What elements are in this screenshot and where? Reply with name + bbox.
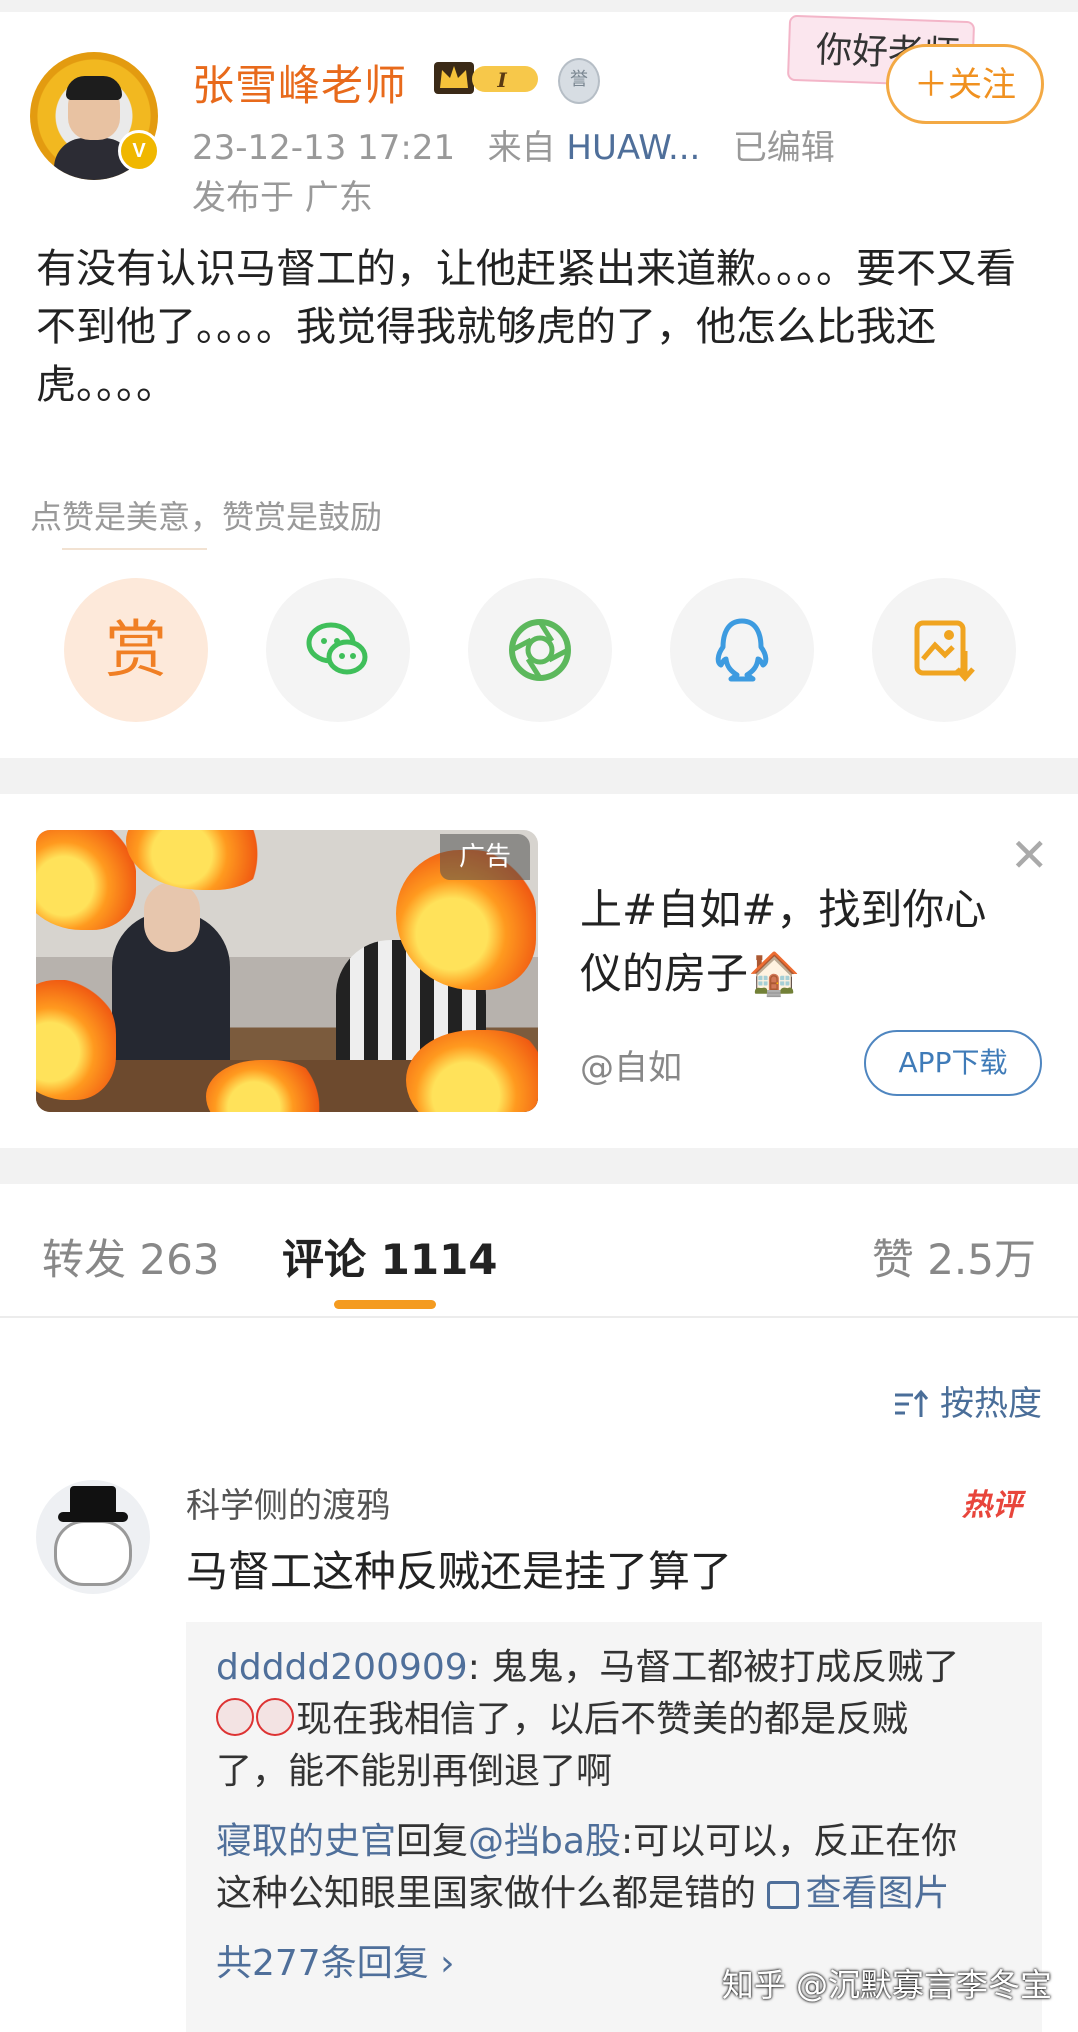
post-location: 发布于 广东 [192, 178, 373, 218]
medal-icon[interactable]: 誉 [558, 58, 600, 104]
save-image-button[interactable] [872, 578, 1016, 722]
like-hint: 点赞是美意，赞赏是鼓励 [30, 498, 383, 536]
share-moments-button[interactable] [468, 578, 612, 722]
close-icon[interactable]: ✕ [1010, 828, 1049, 882]
post-meta: 23-12-13 17:21 来自 HUAW... 已编辑 [192, 120, 835, 169]
wechat-icon [306, 622, 368, 675]
reply-target[interactable]: @挡ba股 [468, 1821, 621, 1862]
watermark: 知乎 @沉默寡言李冬宝 [721, 1966, 1052, 2004]
emoji-icon [256, 1698, 294, 1736]
commenter-name[interactable]: 科学侧的渡鸦 [186, 1478, 390, 1527]
ad-tag: 广告 [440, 834, 530, 880]
emoji-icon [216, 1698, 254, 1736]
reply-1: ddddd200909: 鬼鬼，马督工都被打成反贼了 现在我相信了，以后不赞美的… [216, 1647, 960, 1792]
share-wechat-button[interactable] [266, 578, 410, 722]
hot-comment-badge: 热评 [962, 1488, 1022, 1523]
reply-user[interactable]: ddddd200909 [216, 1647, 468, 1688]
post-source[interactable]: HUAW... [566, 128, 700, 168]
commenter-avatar[interactable] [36, 1480, 150, 1594]
image-icon [767, 1881, 800, 1909]
source-prefix: 来自 [487, 128, 556, 168]
follow-button[interactable]: ＋关注 [886, 44, 1044, 124]
tab-comments[interactable]: 评论 1114 [282, 1226, 498, 1287]
post-text: 有没有认识马督工的，让他赶紧出来道歉。。。。要不又看不到他了。。。。我觉得我就够… [36, 246, 1016, 408]
section-separator [0, 1148, 1078, 1184]
tabs-divider [0, 1316, 1078, 1318]
post-time: 23-12-13 17:21 [192, 128, 456, 168]
save-image-icon [914, 620, 975, 682]
qq-icon [715, 618, 769, 682]
verified-badge-icon: V [118, 130, 160, 172]
reply-2: 寝取的史官回复@挡ba股:可以可以，反正在你 这种公知眼里国家做什么都是错的 查… [216, 1821, 958, 1914]
sort-label: 按热度 [940, 1384, 1042, 1424]
tab-forward[interactable]: 转发 263 [42, 1226, 220, 1287]
moments-icon [509, 619, 571, 681]
author-name[interactable]: 张雪峰老师 [192, 52, 407, 113]
reply-user[interactable]: 寝取的史官 [216, 1821, 396, 1862]
ad-title[interactable]: 上#自如#，找到你心仪的房子🏠 [580, 878, 1020, 1006]
section-separator [0, 758, 1078, 794]
view-image-link[interactable]: 查看图片 [767, 1873, 949, 1914]
top-divider [0, 0, 1078, 12]
tab-likes[interactable]: 赞 2.5万 [872, 1226, 1036, 1287]
comment-text: 马督工这种反贼还是挂了算了 [186, 1547, 733, 1596]
vip-crown-badge-icon[interactable]: I [432, 56, 542, 98]
app-download-button[interactable]: APP下载 [864, 1030, 1042, 1096]
sort-icon [895, 1389, 929, 1417]
edited-label[interactable]: 已编辑 [733, 128, 835, 168]
share-qq-button[interactable] [670, 578, 814, 722]
vip-level: I [496, 68, 507, 92]
reward-button[interactable]: 赏 [64, 578, 208, 722]
hint-underline [62, 548, 207, 550]
active-tab-indicator [334, 1300, 436, 1309]
sort-button[interactable]: 按热度 [893, 1376, 1042, 1425]
ad-source[interactable]: @自如 [580, 1040, 682, 1089]
